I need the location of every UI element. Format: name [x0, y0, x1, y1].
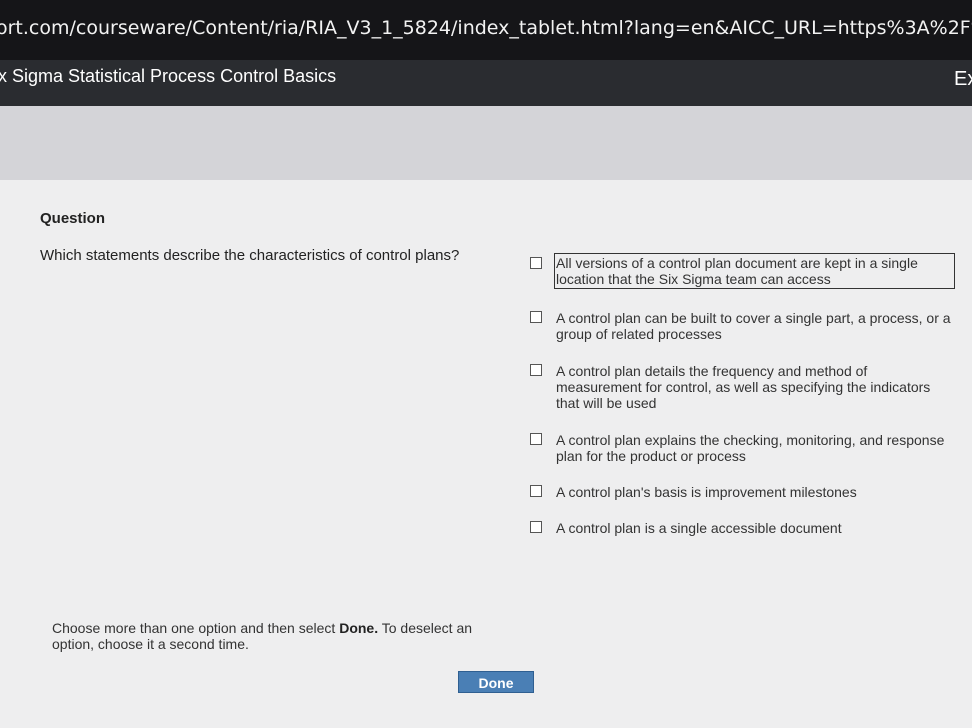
option-5[interactable]: A control plan's basis is improvement mi… [530, 482, 955, 502]
header-banner [0, 106, 972, 180]
instructions: Choose more than one option and then sel… [52, 620, 502, 652]
option-3-label[interactable]: A control plan details the frequency and… [554, 361, 955, 413]
checkbox-4[interactable] [530, 433, 542, 445]
address-bar[interactable]: ort.com/courseware/Content/ria/RIA_V3_1_… [0, 0, 972, 60]
url-text: ort.com/courseware/Content/ria/RIA_V3_1_… [0, 17, 972, 39]
option-3[interactable]: A control plan details the frequency and… [530, 361, 955, 413]
instructions-done: Done. [339, 620, 379, 636]
exit-button[interactable]: Ex [954, 68, 972, 91]
option-5-label[interactable]: A control plan's basis is improvement mi… [554, 482, 955, 502]
question-heading: Question [40, 210, 106, 227]
option-6-label[interactable]: A control plan is a single accessible do… [554, 518, 955, 538]
option-2[interactable]: A control plan can be built to cover a s… [530, 308, 955, 344]
course-header: x Sigma Statistical Process Control Basi… [0, 60, 972, 106]
option-4-label[interactable]: A control plan explains the checking, mo… [554, 430, 955, 466]
option-6[interactable]: A control plan is a single accessible do… [530, 518, 955, 538]
instructions-text: Choose more than one option and then sel… [52, 620, 340, 636]
checkbox-3[interactable] [530, 364, 542, 376]
option-1-label[interactable]: All versions of a control plan document … [554, 253, 955, 289]
question-panel: Question Which statements describe the c… [0, 180, 972, 728]
course-title: x Sigma Statistical Process Control Basi… [0, 66, 337, 86]
checkbox-1[interactable] [530, 257, 542, 269]
checkbox-2[interactable] [530, 311, 542, 323]
done-button[interactable]: Done [458, 671, 534, 693]
checkbox-5[interactable] [530, 485, 542, 497]
option-2-label[interactable]: A control plan can be built to cover a s… [554, 308, 955, 344]
checkbox-6[interactable] [530, 521, 542, 533]
option-4[interactable]: A control plan explains the checking, mo… [530, 430, 955, 466]
option-1[interactable]: All versions of a control plan document … [530, 253, 955, 289]
question-text: Which statements describe the characteri… [40, 247, 460, 264]
